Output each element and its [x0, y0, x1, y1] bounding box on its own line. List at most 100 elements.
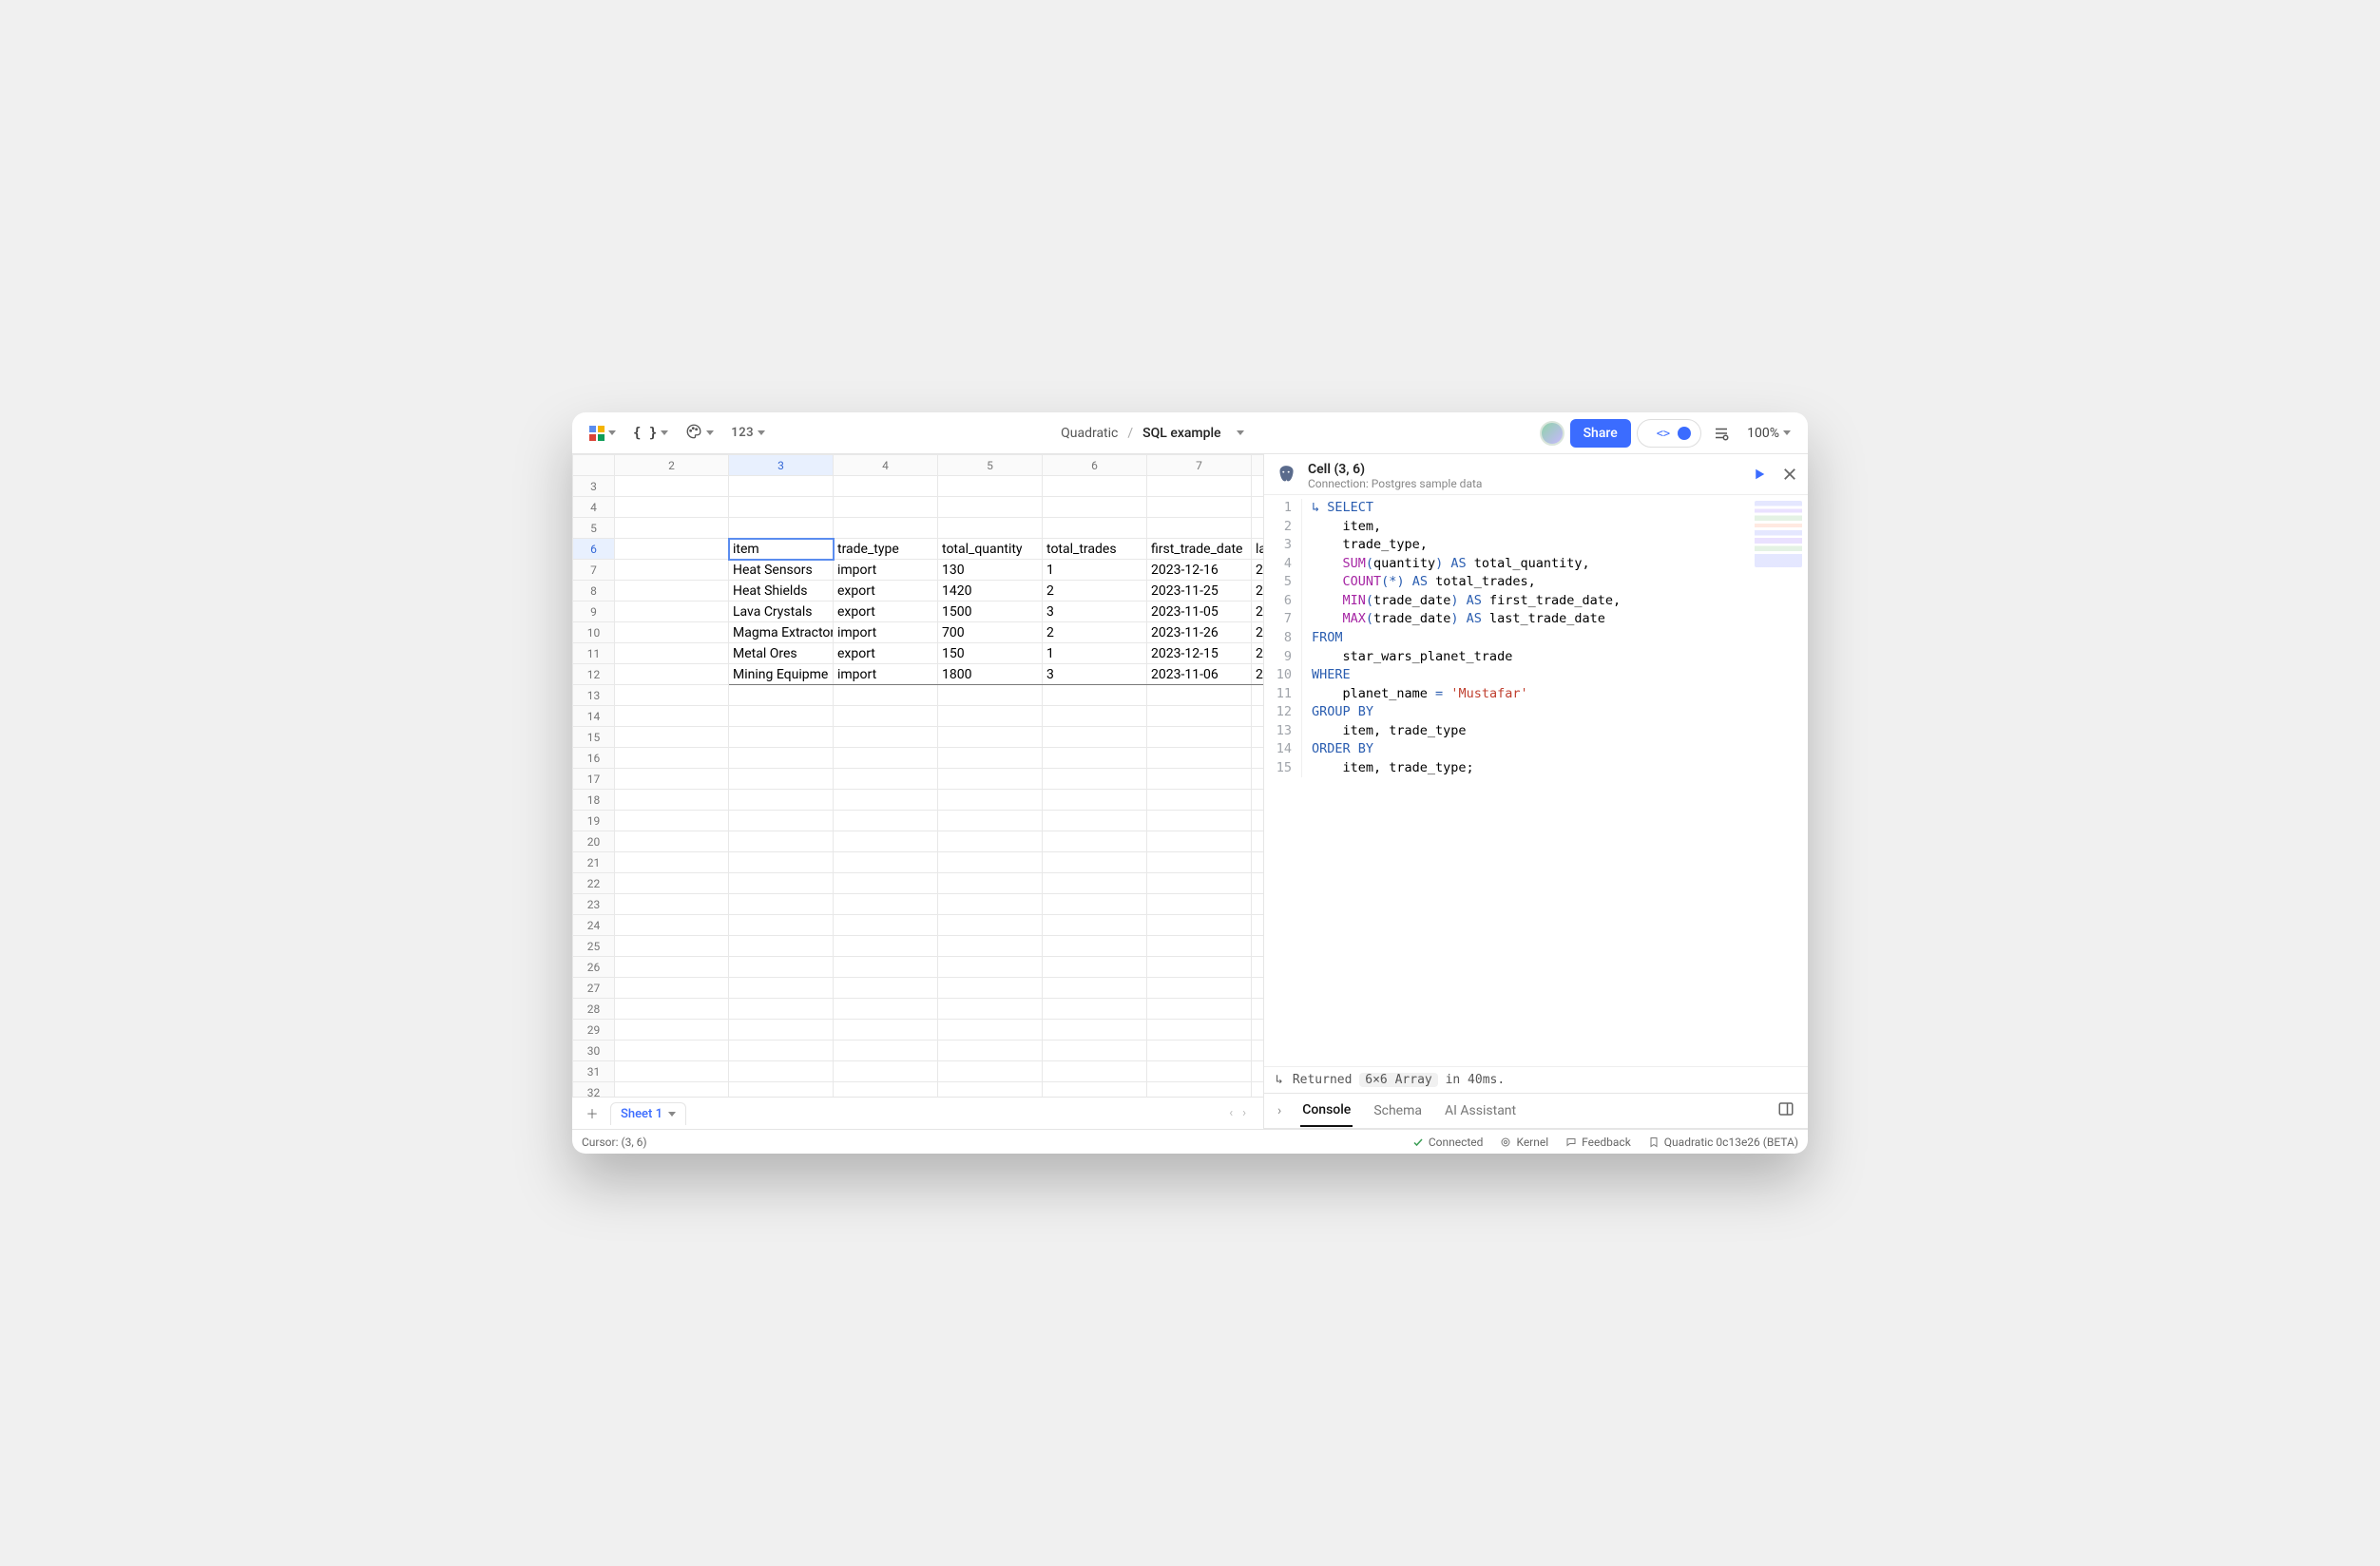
row-header[interactable]: 4 [573, 497, 615, 518]
cell[interactable] [615, 852, 729, 873]
close-button[interactable] [1781, 466, 1798, 487]
zoom-menu[interactable]: 100% [1741, 420, 1796, 447]
row-header[interactable]: 27 [573, 978, 615, 999]
cell[interactable] [1252, 936, 1264, 957]
tab-ai-assistant[interactable]: AI Assistant [1443, 1096, 1518, 1126]
cell[interactable] [615, 476, 729, 497]
cell[interactable] [1252, 748, 1264, 769]
cell[interactable] [1043, 999, 1147, 1020]
row-header[interactable]: 9 [573, 602, 615, 622]
row-header[interactable]: 15 [573, 727, 615, 748]
cell[interactable] [834, 518, 938, 539]
cell[interactable] [1147, 831, 1252, 852]
cell[interactable] [729, 518, 834, 539]
cell[interactable] [729, 1020, 834, 1041]
cell[interactable] [1252, 811, 1264, 831]
cell[interactable]: export [834, 602, 938, 622]
cell[interactable] [1147, 476, 1252, 497]
cell[interactable]: export [834, 581, 938, 602]
cell[interactable]: 2023-11-05 [1147, 602, 1252, 622]
cell[interactable] [1043, 894, 1147, 915]
cell[interactable] [729, 476, 834, 497]
cell[interactable] [938, 936, 1043, 957]
cell[interactable]: 1800 [938, 664, 1043, 685]
cell[interactable] [1043, 1020, 1147, 1041]
cell[interactable]: 2023-12-15 [1252, 643, 1264, 664]
cell[interactable] [1147, 706, 1252, 727]
cell[interactable] [729, 685, 834, 706]
cell[interactable]: Lava Crystals [729, 602, 834, 622]
cell[interactable] [938, 1041, 1043, 1061]
cell[interactable] [729, 769, 834, 790]
cell[interactable]: last_trade_date [1252, 539, 1264, 560]
cell[interactable] [1252, 852, 1264, 873]
cell[interactable] [1252, 1041, 1264, 1061]
code-editor[interactable]: 1↳ SELECT2 item,3 trade_type,4 SUM(quant… [1264, 495, 1808, 1066]
cell[interactable] [615, 873, 729, 894]
cell[interactable] [615, 539, 729, 560]
cell[interactable] [1252, 978, 1264, 999]
cell[interactable]: Heat Shields [729, 581, 834, 602]
command-palette-button[interactable] [1707, 420, 1736, 447]
cell[interactable] [615, 769, 729, 790]
cell[interactable]: 2024-01-25 [1252, 664, 1264, 685]
cell[interactable] [729, 1061, 834, 1082]
cell[interactable]: Magma Extractor [729, 622, 834, 643]
row-header[interactable]: 32 [573, 1082, 615, 1098]
cell[interactable]: trade_type [834, 539, 938, 560]
color-palette-menu[interactable] [680, 420, 720, 447]
cell[interactable] [834, 685, 938, 706]
col-header[interactable]: 3 [729, 455, 834, 476]
cell[interactable] [1252, 1061, 1264, 1082]
cell[interactable] [938, 727, 1043, 748]
cell[interactable]: 1420 [938, 581, 1043, 602]
run-button[interactable] [1751, 466, 1768, 487]
cell[interactable] [1252, 769, 1264, 790]
cell[interactable]: 2 [1043, 622, 1147, 643]
cell[interactable] [834, 1020, 938, 1041]
row-header[interactable]: 18 [573, 790, 615, 811]
cell[interactable] [834, 706, 938, 727]
cell[interactable] [1147, 894, 1252, 915]
cell[interactable] [1147, 727, 1252, 748]
cell[interactable]: 2024-02-14 [1252, 622, 1264, 643]
cell[interactable]: import [834, 560, 938, 581]
cell[interactable] [834, 915, 938, 936]
cell[interactable] [834, 894, 938, 915]
file-menu[interactable] [1231, 420, 1250, 447]
cell[interactable] [1043, 727, 1147, 748]
cell[interactable] [1147, 873, 1252, 894]
cell[interactable] [729, 999, 834, 1020]
cell[interactable]: 3 [1043, 602, 1147, 622]
cell[interactable] [938, 831, 1043, 852]
cell[interactable] [834, 727, 938, 748]
cell[interactable] [729, 790, 834, 811]
col-header[interactable]: 5 [938, 455, 1043, 476]
sheet-tab[interactable]: Sheet 1 [610, 1102, 686, 1125]
cell[interactable] [729, 852, 834, 873]
cell[interactable] [615, 518, 729, 539]
add-sheet-button[interactable]: ＋ [580, 1101, 605, 1126]
row-header[interactable]: 3 [573, 476, 615, 497]
avatar[interactable] [1540, 421, 1564, 446]
cell[interactable] [1252, 915, 1264, 936]
row-header[interactable]: 6 [573, 539, 615, 560]
status-kernel[interactable]: Kernel [1500, 1136, 1548, 1149]
cell[interactable] [938, 769, 1043, 790]
cell[interactable]: 2023-12-16 [1147, 560, 1252, 581]
cell[interactable] [1252, 873, 1264, 894]
cell[interactable] [1043, 497, 1147, 518]
number-format-menu[interactable]: 123 [725, 420, 771, 447]
cell[interactable]: total_trades [1043, 539, 1147, 560]
cell[interactable] [938, 978, 1043, 999]
cell[interactable] [1147, 1082, 1252, 1098]
cell[interactable] [834, 1041, 938, 1061]
cell[interactable] [615, 581, 729, 602]
cell[interactable]: Metal Ores [729, 643, 834, 664]
cell[interactable]: 700 [938, 622, 1043, 643]
cell[interactable] [729, 497, 834, 518]
cell[interactable] [1252, 999, 1264, 1020]
cell[interactable] [1252, 894, 1264, 915]
cell[interactable] [615, 1082, 729, 1098]
cell[interactable]: 2023-12-15 [1147, 643, 1252, 664]
